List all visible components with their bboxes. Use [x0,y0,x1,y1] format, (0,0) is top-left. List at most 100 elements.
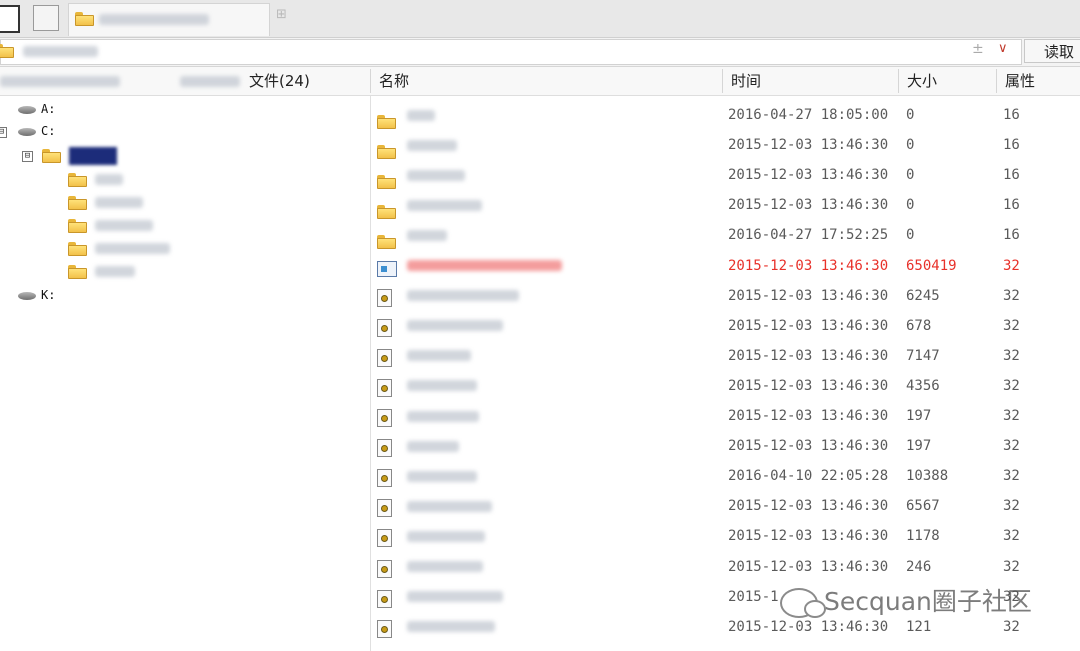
file-row[interactable]: 2015-12-03 13:46:30 7147 32 [371,341,1080,371]
file-attr: 16 [1003,137,1020,154]
file-attr: 32 [1003,408,1020,424]
file-row[interactable]: 2015-12-03 13:46:30 6567 32 [371,491,1080,521]
file-attr: 32 [1003,498,1020,515]
script-file-icon [377,619,392,638]
tab-inactive[interactable] [33,5,59,31]
script-file-icon [377,318,392,337]
folder-icon [68,264,88,279]
column-header: 文件(24) 名称 时间 大小 属性 [0,67,1080,96]
drive-label: K: [41,288,56,302]
folder-icon [68,241,88,256]
script-file-icon [377,529,392,548]
file-name-redacted [407,251,562,281]
file-icon-cell [377,288,392,307]
path-input[interactable] [0,39,1022,65]
file-icon-cell [377,619,392,638]
script-file-icon [377,559,392,578]
file-row[interactable]: 2016-04-10 22:05:28 10388 32 [371,461,1080,491]
file-icon-cell [377,559,392,578]
watermark: Secquan圈子社区 [780,582,1032,622]
col-attr-header[interactable]: 属性 [1005,67,1035,95]
file-size: 0 [906,107,915,123]
tree-item-folder[interactable] [68,215,154,235]
collapse-icon[interactable]: ⊟ [0,127,7,138]
file-time: 2015-12-03 13:46:30 [728,558,889,575]
path-text-redacted [23,46,98,57]
file-size: 197 [906,438,932,455]
file-name-redacted [407,160,465,190]
file-attr: 32 [1003,377,1020,394]
file-size: 0 [906,137,915,154]
plus-minus-icon[interactable]: ± [972,41,984,57]
file-row[interactable]: 2016-04-27 17:52:25 0 16 [371,220,1080,250]
file-name-redacted [407,582,503,612]
wechat-icon [780,588,826,618]
tree-item-drive-a[interactable]: A: [18,99,55,119]
file-time: 2015-12-03 13:46:30 [728,438,889,455]
tree-item-folder[interactable] [68,261,136,281]
drive-label: C: [41,124,56,138]
tree-item-folder[interactable] [68,192,144,212]
tree-item-selected-folder[interactable] [42,145,118,165]
file-attr: 16 [1003,107,1020,123]
file-row[interactable]: 2015-12-03 13:46:30 246 32 [371,552,1080,582]
file-row[interactable]: 2016-04-27 18:05:00 0 16 [371,100,1080,130]
tab-current-path[interactable] [68,3,270,36]
file-row[interactable]: 2015-12-03 13:46:30 0 16 [371,190,1080,220]
file-icon-cell [377,378,392,397]
new-tab-icon[interactable]: ⊞ [276,8,292,22]
file-name-redacted [407,130,457,160]
file-row[interactable]: 2015-12-03 13:46:30 6245 32 [371,281,1080,311]
file-row[interactable]: 2015-12-03 13:46:30 678 32 [371,311,1080,341]
folder-icon [68,172,88,187]
collapse-icon[interactable]: ⊟ [22,151,33,162]
file-row[interactable]: 2015-12-03 13:46:30 4356 32 [371,371,1080,401]
file-time: 2015-12-03 13:46:30 [728,257,889,274]
file-name-redacted [407,190,482,220]
file-attr: 32 [1003,317,1020,334]
folder-icon [377,205,397,220]
folder-open-icon [42,148,62,163]
script-file-icon [377,469,392,488]
file-time: 2015-12-03 13:46:30 [728,408,889,424]
col-name-header[interactable]: 名称 [379,67,409,95]
file-row[interactable]: 2015-12-03 13:46:30 197 32 [371,401,1080,431]
read-button[interactable]: 读取 [1024,39,1080,63]
tree-item-folder[interactable] [68,169,124,189]
file-name-redacted [407,220,447,250]
file-name-redacted [407,612,495,642]
header-redacted [0,76,120,87]
file-row[interactable]: 2015-12-03 13:46:30 197 32 [371,431,1080,461]
file-name-redacted [407,521,485,551]
file-name-redacted [407,281,519,311]
file-icon-cell [377,318,392,337]
file-time: 2016-04-27 17:52:25 [728,227,889,244]
file-name-redacted [407,341,471,371]
col-size-header[interactable]: 大小 [907,67,937,95]
folder-icon [75,12,95,26]
file-size: 6245 [906,287,940,304]
file-icon-cell [377,498,392,518]
file-time: 2016-04-27 18:05:00 [728,107,889,123]
script-file-icon [377,378,392,397]
file-row[interactable]: 2015-12-03 13:46:30 0 16 [371,130,1080,160]
tree-item-folder[interactable] [68,238,171,258]
tree-item-drive-k[interactable]: K: [18,285,55,305]
file-row[interactable]: 2015-12-03 13:46:30 1178 32 [371,521,1080,551]
tree-item-drive-c[interactable]: C: [18,121,55,141]
chevron-down-icon[interactable]: ∨ [998,41,1008,56]
file-name-redacted [407,401,479,431]
file-name-redacted [407,311,503,341]
file-row[interactable]: 2015-12-03 13:46:30 0 16 [371,160,1080,190]
file-list: 2016-04-27 18:05:00 0 16 2015-12-03 13:46:3… [371,96,1080,651]
file-time: 2015-12-03 13:46:30 [728,137,889,154]
file-attr: 16 [1003,197,1020,214]
file-time: 2015-12-03 13:46:30 [728,498,889,515]
tab-active[interactable] [0,5,20,33]
script-file-icon [377,589,392,608]
folder-icon [0,44,15,58]
col-time-header[interactable]: 时间 [731,67,761,95]
file-row[interactable]: 2015-12-03 13:46:30 650419 32 [371,251,1080,281]
script-file-icon [377,288,392,307]
file-time: 2016-04-10 22:05:28 [728,468,889,485]
